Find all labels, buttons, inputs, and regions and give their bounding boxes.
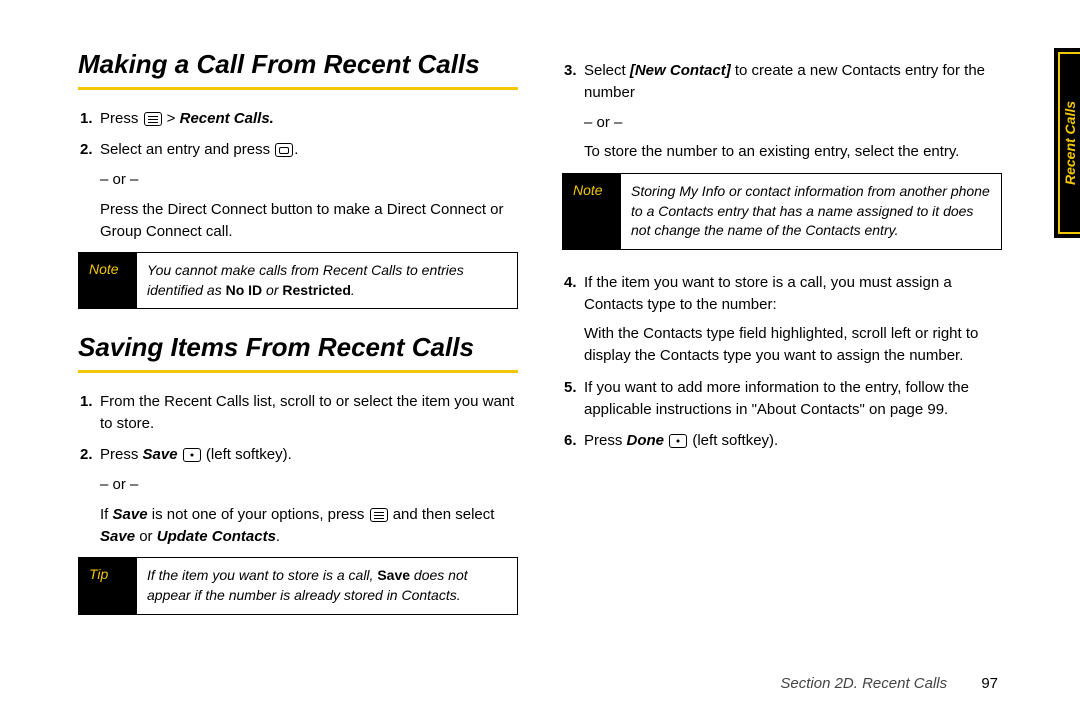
menu-icon [370, 508, 388, 522]
softkey-icon [669, 434, 687, 448]
note-tag: Note [79, 253, 137, 308]
softkey-icon [183, 448, 201, 462]
page-body: Making a Call From Recent Calls 1. Press… [0, 0, 1080, 720]
menu-icon [144, 112, 162, 126]
footer-section: Section 2D. Recent Calls [780, 675, 947, 692]
note-body-2: Storing My Info or contact information f… [621, 174, 1001, 249]
right-column: 3. Select [New Contact] to create a new … [562, 48, 1002, 690]
steps-right-cont: 4. If the item you want to store is a ca… [562, 272, 1002, 452]
heading-rule-2 [78, 370, 518, 373]
save-step-5: 5. If you want to add more information t… [562, 377, 1002, 421]
side-tab-label: Recent Calls [1062, 101, 1078, 185]
heading-rule [78, 87, 518, 90]
save-step-4: 4. If the item you want to store is a ca… [562, 272, 1002, 367]
note-box-2: Note Storing My Info or contact informat… [562, 173, 1002, 250]
save-step-2: 2. Press Save (left softkey). – or – If … [78, 444, 518, 547]
step-1: 1. Press > Recent Calls. [78, 108, 518, 130]
tip-body: If the item you want to store is a call,… [137, 558, 517, 613]
tip-box: Tip If the item you want to store is a c… [78, 557, 518, 614]
save-step-6: 6. Press Done (left softkey). [562, 430, 1002, 452]
heading-making-call: Making a Call From Recent Calls [78, 48, 518, 81]
tip-tag: Tip [79, 558, 137, 613]
side-tab: Recent Calls [1054, 48, 1080, 238]
save-step-3: 3. Select [New Contact] to create a new … [562, 60, 1002, 163]
page-footer: Section 2D. Recent Calls 97 [780, 675, 998, 692]
note-tag-2: Note [563, 174, 621, 249]
talk-icon [275, 143, 293, 157]
page-number: 97 [981, 675, 998, 692]
steps-right: 3. Select [New Contact] to create a new … [562, 60, 1002, 163]
steps-saving-items: 1. From the Recent Calls list, scroll to… [78, 391, 518, 548]
note-body: You cannot make calls from Recent Calls … [137, 253, 517, 308]
save-step-1: 1. From the Recent Calls list, scroll to… [78, 391, 518, 435]
steps-making-call: 1. Press > Recent Calls. 2. Select an en… [78, 108, 518, 243]
left-column: Making a Call From Recent Calls 1. Press… [78, 48, 518, 690]
heading-saving-items: Saving Items From Recent Calls [78, 331, 518, 364]
step-2: 2. Select an entry and press . – or – Pr… [78, 139, 518, 242]
note-box-1: Note You cannot make calls from Recent C… [78, 252, 518, 309]
